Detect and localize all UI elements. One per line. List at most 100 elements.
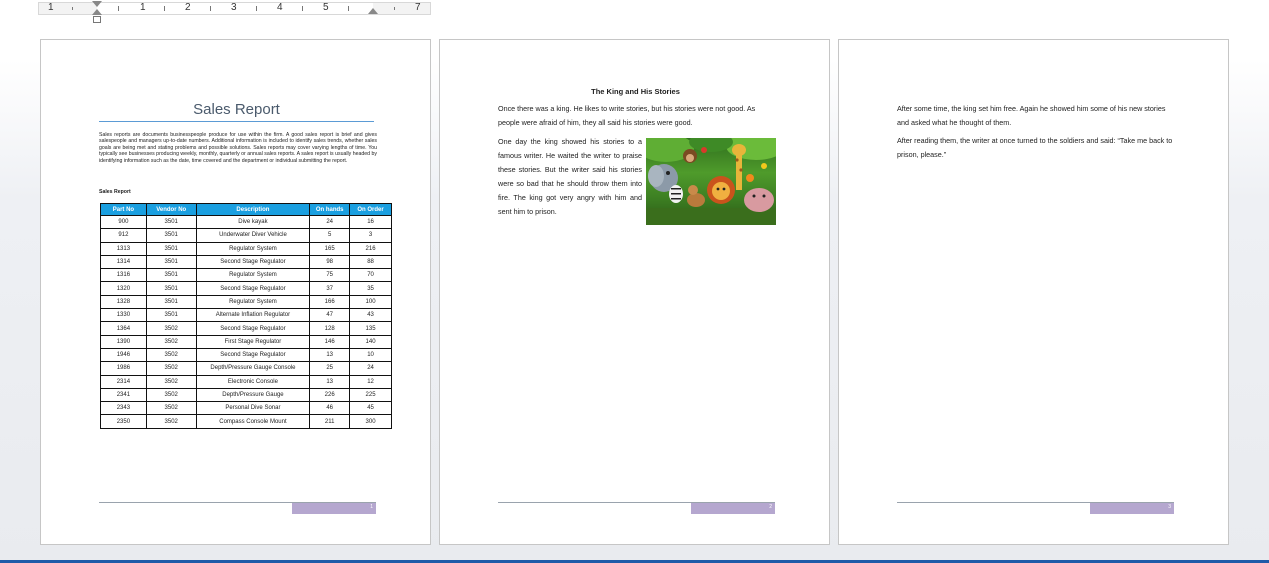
jungle-animals-image[interactable] — [646, 138, 776, 225]
horizontal-ruler[interactable]: 1 1 2 3 4 5 7 — [38, 1, 431, 23]
left-indent-marker[interactable] — [93, 16, 101, 23]
table-row: 900 3501 Dive kayak 24 16 — [100, 214, 392, 230]
cell-vendor-no: 3502 — [145, 361, 197, 376]
cell-on-hands: 25 — [309, 361, 351, 376]
ruler-number: 1 — [140, 2, 146, 13]
ruler-tick — [256, 6, 257, 11]
cell-on-hands: 211 — [309, 414, 351, 429]
cell-vendor-no: 3501 — [145, 241, 197, 256]
cell-on-hands: 166 — [309, 294, 351, 310]
table-row: 2350 3502 Compass Console Mount 211 300 — [100, 414, 392, 429]
page-number: 3 — [1168, 504, 1171, 510]
cell-part-no: 2350 — [100, 414, 147, 429]
cell-on-hands: 37 — [309, 281, 351, 296]
cell-vendor-no: 3502 — [145, 347, 197, 363]
cell-part-no: 1986 — [100, 361, 147, 376]
cell-part-no: 2341 — [100, 387, 147, 403]
cell-description: Electronic Console — [195, 374, 311, 389]
cell-part-no: 1314 — [100, 254, 147, 270]
first-line-indent-marker[interactable] — [92, 1, 102, 7]
cell-part-no: 1313 — [100, 241, 147, 256]
page-number: 2 — [769, 504, 772, 510]
ruler-number: 7 — [415, 2, 421, 13]
cell-on-hands: 75 — [309, 268, 351, 283]
ruler-number: 4 — [277, 2, 283, 13]
cell-description: Underwater Diver Vehicle — [195, 228, 311, 243]
table-row: 1986 3502 Depth/Pressure Gauge Console 25 24 — [100, 361, 392, 376]
cell-on-order: 70 — [349, 268, 392, 283]
cell-on-order: 43 — [349, 308, 392, 323]
table-row: 1314 3501 Second Stage Regulator 98 88 — [100, 254, 392, 270]
table-row: 1330 3501 Alternate Inflation Regulator 47 4… — [100, 308, 392, 323]
hanging-indent-marker[interactable] — [92, 9, 102, 15]
story-paragraph: Once there was a king. He likes to write… — [498, 104, 756, 127]
ruler-tick — [118, 6, 119, 11]
document-page-3[interactable]: After some time, the king set him free. … — [838, 39, 1229, 545]
column-header-on-hands: On hands — [309, 203, 351, 216]
table-caption: Sales Report — [99, 189, 131, 195]
column-header-description: Description — [195, 203, 311, 216]
cell-part-no: 1946 — [100, 347, 147, 363]
cell-description: First Stage Regulator — [195, 334, 311, 349]
cell-part-no: 2343 — [100, 401, 147, 416]
footer-page-number-box: 2 — [691, 503, 775, 514]
table-row: 912 3501 Underwater Diver Vehicle 5 3 — [100, 228, 392, 243]
cell-description: Regulator System — [195, 268, 311, 283]
cell-on-order: 140 — [349, 334, 392, 349]
cell-on-hands: 24 — [309, 214, 351, 230]
document-page-1[interactable]: Sales Report Sales reports are documents… — [40, 39, 431, 545]
table-header-row: Part No Vendor No Description On hands O… — [100, 203, 392, 216]
cell-description: Personal Dive Sonar — [195, 401, 311, 416]
cell-description: Alternate Inflation Regulator — [195, 308, 311, 323]
table-row: 2314 3502 Electronic Console 13 12 — [100, 374, 392, 389]
document-page-2[interactable]: The King and His Stories Once there was … — [439, 39, 830, 545]
cell-part-no: 1328 — [100, 294, 147, 310]
report-title: Sales Report — [193, 101, 280, 118]
story-title: The King and His Stories — [591, 87, 680, 96]
column-header-part-no: Part No — [100, 203, 147, 216]
cell-vendor-no: 3502 — [145, 387, 197, 403]
story-paragraph: One day the king showed his stories to a… — [498, 137, 642, 216]
cell-on-hands: 165 — [309, 241, 351, 256]
cell-on-order: 100 — [349, 294, 392, 310]
cell-vendor-no: 3502 — [145, 374, 197, 389]
cell-part-no: 1320 — [100, 281, 147, 296]
ruler-tick — [394, 7, 395, 10]
cell-vendor-no: 3502 — [145, 334, 197, 349]
cell-part-no: 1390 — [100, 334, 147, 349]
cell-part-no: 1364 — [100, 321, 147, 336]
ruler-tick — [348, 6, 349, 11]
cell-vendor-no: 3501 — [145, 281, 197, 296]
title-underline — [99, 121, 374, 122]
table-row: 1390 3502 First Stage Regulator 146 140 — [100, 334, 392, 349]
table-row: 1316 3501 Regulator System 75 70 — [100, 268, 392, 283]
cell-on-order: 12 — [349, 374, 392, 389]
cell-description: Depth/Pressure Gauge Console — [195, 361, 311, 376]
table-row: 1328 3501 Regulator System 166 100 — [100, 294, 392, 310]
cell-on-hands: 46 — [309, 401, 351, 416]
cell-on-order: 135 — [349, 321, 392, 336]
right-indent-marker[interactable] — [368, 8, 378, 14]
cell-on-hands: 13 — [309, 374, 351, 389]
cell-on-order: 225 — [349, 387, 392, 403]
cell-vendor-no: 3502 — [145, 321, 197, 336]
cell-part-no: 1316 — [100, 268, 147, 283]
cell-vendor-no: 3501 — [145, 214, 197, 230]
cell-part-no: 912 — [100, 228, 147, 243]
cell-on-hands: 128 — [309, 321, 351, 336]
cell-on-hands: 13 — [309, 347, 351, 363]
cell-on-hands: 98 — [309, 254, 351, 270]
table-row: 1320 3501 Second Stage Regulator 37 35 — [100, 281, 392, 296]
page-number: 1 — [370, 504, 373, 510]
cell-on-order: 300 — [349, 414, 392, 429]
ruler-number: 2 — [185, 2, 191, 13]
cell-description: Second Stage Regulator — [195, 321, 311, 336]
cell-vendor-no: 3502 — [145, 401, 197, 416]
story-paragraph: After reading them, the writer at once t… — [897, 136, 1173, 159]
cell-on-hands: 47 — [309, 308, 351, 323]
cell-on-order: 10 — [349, 347, 392, 363]
cell-part-no: 1330 — [100, 308, 147, 323]
cell-description: Second Stage Regulator — [195, 281, 311, 296]
cell-on-order: 45 — [349, 401, 392, 416]
cell-on-hands: 226 — [309, 387, 351, 403]
